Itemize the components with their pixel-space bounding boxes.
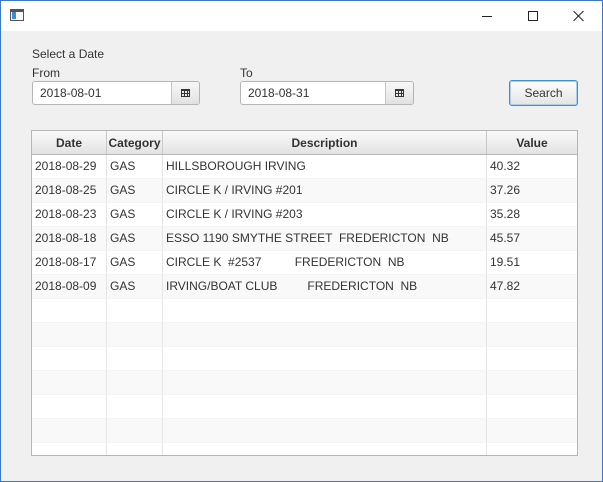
app-icon	[10, 9, 24, 21]
maximize-icon	[528, 11, 538, 21]
cell-description: CIRCLE K #2537 FREDERICTON NB	[163, 251, 487, 274]
close-icon	[573, 10, 585, 22]
cell-value	[487, 323, 577, 346]
cell-description	[163, 323, 487, 346]
to-date-picker	[240, 81, 414, 105]
cell-category: GAS	[107, 227, 163, 250]
column-header-description[interactable]: Description	[163, 131, 487, 154]
column-header-category[interactable]: Category	[107, 131, 163, 154]
table-row[interactable]: 2018-08-18 GAS ESSO 1190 SMYTHE STREET FRE…	[32, 227, 577, 251]
calendar-icon	[395, 89, 404, 97]
column-header-value[interactable]: Value	[487, 131, 577, 154]
to-label: To	[240, 66, 253, 80]
cell-value	[487, 395, 577, 418]
table-row[interactable]: 2018-08-29 GAS HILLSBOROUGH IRVING 40.32	[32, 155, 577, 179]
empty-table-row[interactable]	[32, 371, 577, 395]
cell-description: ESSO 1190 SMYTHE STREET FREDERICTON NB	[163, 227, 487, 250]
cell-category: GAS	[107, 251, 163, 274]
cell-description: IRVING/BOAT CLUB FREDERICTON NB	[163, 275, 487, 298]
cell-date: 2018-08-25	[32, 179, 107, 202]
cell-description: CIRCLE K / IRVING #201	[163, 179, 487, 202]
cell-category	[107, 323, 163, 346]
cell-date	[32, 371, 107, 394]
from-date-input[interactable]	[33, 82, 171, 104]
to-calendar-button[interactable]	[385, 82, 413, 104]
cell-date	[32, 395, 107, 418]
calendar-icon	[181, 89, 190, 97]
cell-category	[107, 419, 163, 442]
cell-value: 19.51	[490, 255, 521, 269]
cell-category: GAS	[107, 179, 163, 202]
empty-table-row[interactable]	[32, 419, 577, 443]
cell-value: 35.28	[490, 207, 521, 221]
column-header-date[interactable]: Date	[32, 131, 107, 154]
cell-date: 2018-08-17	[32, 251, 107, 274]
cell-description	[163, 443, 487, 455]
cell-date	[32, 299, 107, 322]
cell-category: GAS	[107, 275, 163, 298]
cell-value	[487, 443, 577, 455]
minimize-icon	[482, 15, 492, 17]
close-button[interactable]	[556, 1, 602, 31]
cell-value: 45.57	[490, 231, 521, 245]
from-calendar-button[interactable]	[171, 82, 199, 104]
cell-date	[32, 419, 107, 442]
cell-description	[163, 347, 487, 370]
transactions-table: Date Category Description Value 2018-08-…	[31, 130, 578, 456]
select-date-label: Select a Date	[32, 47, 105, 61]
cell-description	[163, 395, 487, 418]
cell-value	[487, 419, 577, 442]
cell-value: 40.32	[490, 159, 521, 173]
table-row[interactable]: 2018-08-25 GAS CIRCLE K / IRVING #201 37.26	[32, 179, 577, 203]
minimize-button[interactable]	[464, 1, 510, 31]
empty-table-row[interactable]	[32, 323, 577, 347]
from-date-picker	[32, 81, 200, 105]
cell-category	[107, 299, 163, 322]
cell-value: 47.82	[490, 279, 521, 293]
maximize-button[interactable]	[510, 1, 556, 31]
cell-category	[107, 371, 163, 394]
app-window: Select a Date From To Search Date Catego…	[0, 0, 603, 482]
cell-description: CIRCLE K / IRVING #203	[163, 203, 487, 226]
cell-value	[487, 371, 577, 394]
cell-value: 37.26	[490, 183, 521, 197]
table-row[interactable]: 2018-08-17 GAS CIRCLE K #2537 FREDERICTON …	[32, 251, 577, 275]
cell-category: GAS	[107, 203, 163, 226]
cell-date: 2018-08-23	[32, 203, 107, 226]
cell-date	[32, 347, 107, 370]
from-label: From	[32, 66, 60, 80]
cell-date: 2018-08-18	[32, 227, 107, 250]
cell-date: 2018-08-29	[32, 155, 107, 178]
table-row[interactable]: 2018-08-09 GAS IRVING/BOAT CLUB FREDERICTO…	[32, 275, 577, 299]
empty-table-row[interactable]	[32, 443, 577, 455]
table-row[interactable]: 2018-08-23 GAS CIRCLE K / IRVING #203 35.28	[32, 203, 577, 227]
cell-value	[487, 347, 577, 370]
cell-date: 2018-08-09	[32, 275, 107, 298]
table-header: Date Category Description Value	[32, 131, 577, 155]
cell-description: HILLSBOROUGH IRVING	[163, 155, 487, 178]
cell-category	[107, 443, 163, 455]
empty-table-row[interactable]	[32, 395, 577, 419]
cell-category: GAS	[107, 155, 163, 178]
to-date-input[interactable]	[241, 82, 385, 104]
cell-description	[163, 299, 487, 322]
cell-value	[487, 299, 577, 322]
table-body: 2018-08-29 GAS HILLSBOROUGH IRVING 40.32 201…	[32, 155, 577, 455]
cell-category	[107, 347, 163, 370]
cell-description	[163, 419, 487, 442]
empty-table-row[interactable]	[32, 347, 577, 371]
title-bar[interactable]	[1, 1, 602, 31]
empty-table-row[interactable]	[32, 299, 577, 323]
cell-description	[163, 371, 487, 394]
cell-date	[32, 443, 107, 455]
search-button[interactable]: Search	[509, 80, 578, 106]
cell-category	[107, 395, 163, 418]
cell-date	[32, 323, 107, 346]
